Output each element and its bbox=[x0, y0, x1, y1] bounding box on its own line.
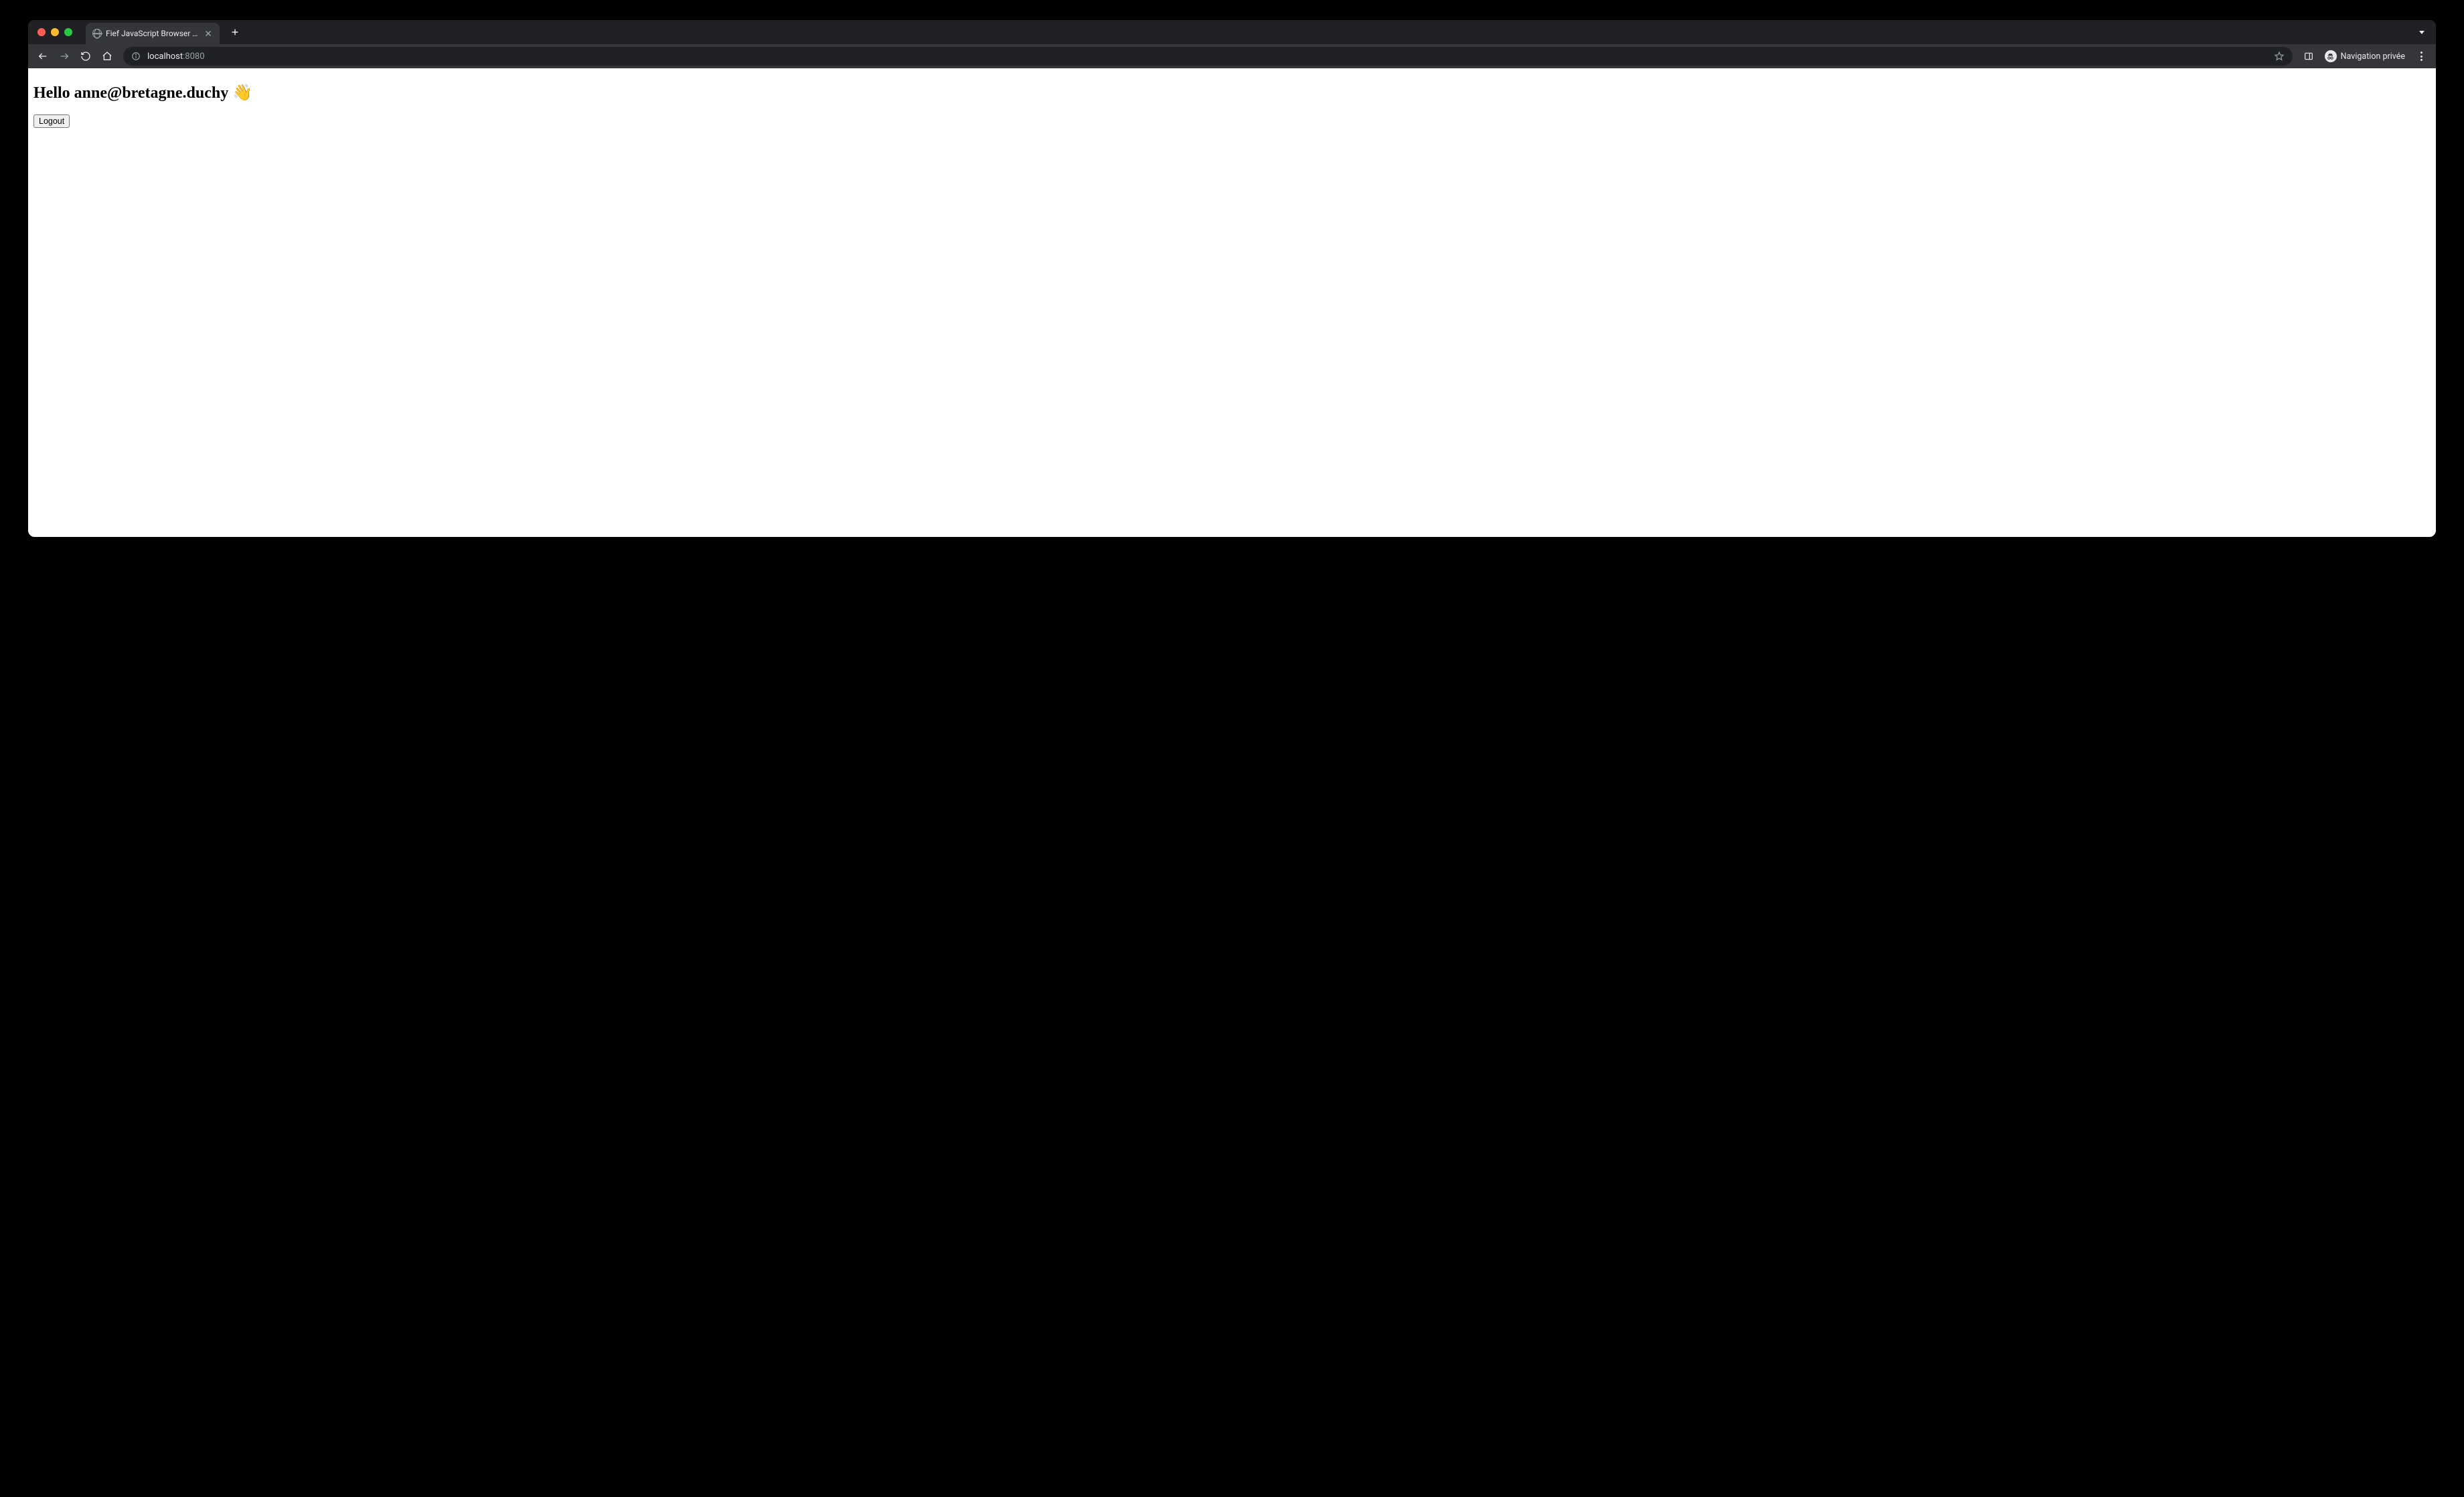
forward-button[interactable] bbox=[55, 47, 74, 66]
reload-button[interactable] bbox=[76, 47, 95, 66]
plus-icon bbox=[230, 27, 240, 37]
greeting-heading: Hello anne@bretagne.duchy 👋 bbox=[33, 83, 2431, 102]
url-host: localhost bbox=[147, 52, 183, 62]
home-button[interactable] bbox=[98, 47, 117, 66]
browser-tab[interactable]: Fief JavaScript Browser examp bbox=[86, 23, 220, 44]
info-icon bbox=[131, 52, 141, 61]
page-content: Hello anne@bretagne.duchy 👋 Logout bbox=[28, 68, 2436, 537]
tab-bar: Fief JavaScript Browser examp bbox=[28, 20, 2436, 44]
window-controls bbox=[33, 28, 78, 36]
reload-icon bbox=[80, 51, 91, 62]
tabs-dropdown-button[interactable] bbox=[2413, 23, 2431, 41]
toolbar-right: Navigation privée bbox=[2299, 47, 2431, 66]
close-tab-button[interactable] bbox=[204, 29, 213, 38]
incognito-icon bbox=[2325, 50, 2337, 62]
star-icon bbox=[2274, 51, 2285, 62]
incognito-badge[interactable]: Navigation privée bbox=[2321, 50, 2409, 62]
close-icon bbox=[204, 29, 213, 38]
panel-icon bbox=[2303, 51, 2314, 62]
address-bar[interactable]: localhost:8080 bbox=[123, 47, 2293, 66]
logout-button[interactable]: Logout bbox=[33, 114, 70, 128]
browser-window: Fief JavaScript Browser examp bbox=[28, 20, 2436, 537]
arrow-left-icon bbox=[37, 51, 48, 62]
arrow-right-icon bbox=[59, 51, 70, 62]
site-info-button[interactable] bbox=[131, 52, 141, 61]
url-port: :8080 bbox=[183, 52, 204, 62]
side-panel-button[interactable] bbox=[2299, 47, 2318, 66]
new-tab-button[interactable] bbox=[226, 23, 244, 41]
browser-menu-button[interactable] bbox=[2412, 47, 2431, 66]
window-close-button[interactable] bbox=[37, 28, 46, 36]
chevron-down-icon bbox=[2419, 31, 2424, 34]
window-fullscreen-button[interactable] bbox=[64, 28, 72, 36]
incognito-label: Navigation privée bbox=[2341, 52, 2405, 62]
globe-icon bbox=[92, 29, 102, 38]
bookmark-button[interactable] bbox=[2274, 51, 2285, 62]
home-icon bbox=[102, 51, 112, 62]
url-text: localhost:8080 bbox=[147, 52, 2267, 62]
browser-toolbar: localhost:8080 bbox=[28, 44, 2436, 68]
tab-title: Fief JavaScript Browser examp bbox=[106, 29, 200, 38]
back-button[interactable] bbox=[33, 47, 52, 66]
browser-chrome: Fief JavaScript Browser examp bbox=[28, 20, 2436, 68]
window-minimize-button[interactable] bbox=[51, 28, 59, 36]
